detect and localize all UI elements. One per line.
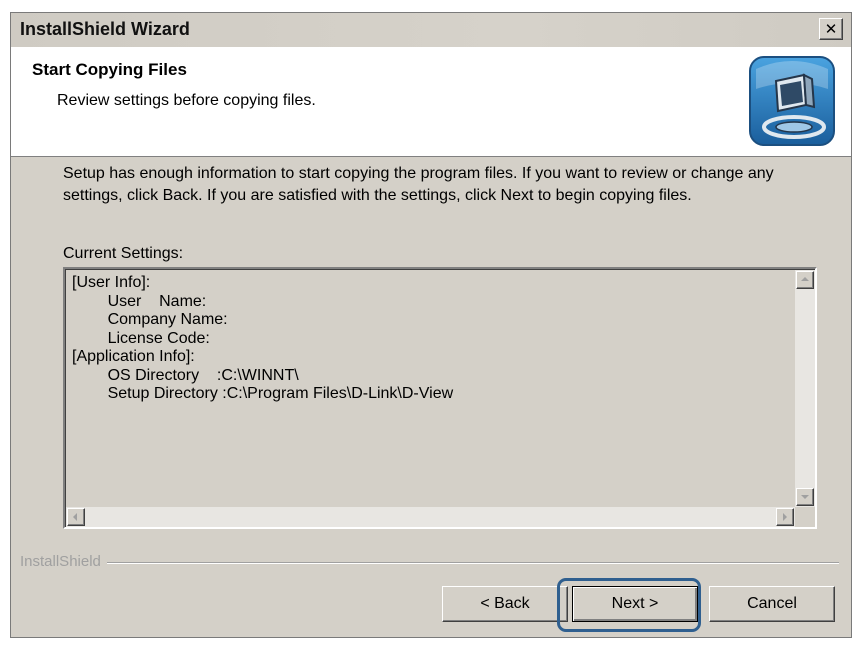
footer-divider	[20, 562, 839, 564]
page-title: Start Copying Files	[32, 60, 187, 79]
arrow-left-icon	[73, 513, 77, 521]
window-title: InstallShield Wizard	[20, 19, 190, 39]
title-bar[interactable]: InstallShield Wizard ✕	[11, 13, 851, 47]
back-button[interactable]: < Back	[442, 586, 568, 622]
current-settings-box[interactable]: [User Info]: User Name: Company Name: Li…	[63, 267, 817, 529]
scroll-down-button[interactable]	[796, 488, 814, 506]
scroll-right-button[interactable]	[776, 508, 794, 526]
close-icon: ✕	[824, 20, 838, 38]
vertical-scrollbar[interactable]	[795, 270, 815, 507]
scroll-up-button[interactable]	[796, 271, 814, 289]
next-button[interactable]: Next >	[572, 586, 698, 622]
cancel-button[interactable]: Cancel	[709, 586, 835, 622]
current-settings-label: Current Settings:	[63, 245, 184, 262]
horizontal-scrollbar[interactable]	[66, 507, 795, 527]
installshield-wizard-window: InstallShield Wizard ✕ Start Copying Fil…	[10, 12, 852, 638]
close-button[interactable]: ✕	[819, 18, 843, 40]
arrow-up-icon	[801, 277, 809, 281]
page-subtitle: Review settings before copying files.	[57, 92, 316, 109]
setup-computer-icon	[749, 56, 835, 146]
arrow-down-icon	[801, 495, 809, 499]
arrow-right-icon	[783, 513, 787, 521]
scrollbar-corner	[795, 507, 815, 527]
settings-viewport: [User Info]: User Name: Company Name: Li…	[65, 269, 815, 527]
instructions-text: Setup has enough information to start co…	[63, 165, 774, 204]
installshield-brand-label: InstallShield	[20, 553, 107, 570]
current-settings-text: [User Info]: User Name: Company Name: Li…	[72, 274, 454, 402]
wizard-header: Start Copying Files Review settings befo…	[11, 47, 851, 157]
scroll-left-button[interactable]	[67, 508, 85, 526]
